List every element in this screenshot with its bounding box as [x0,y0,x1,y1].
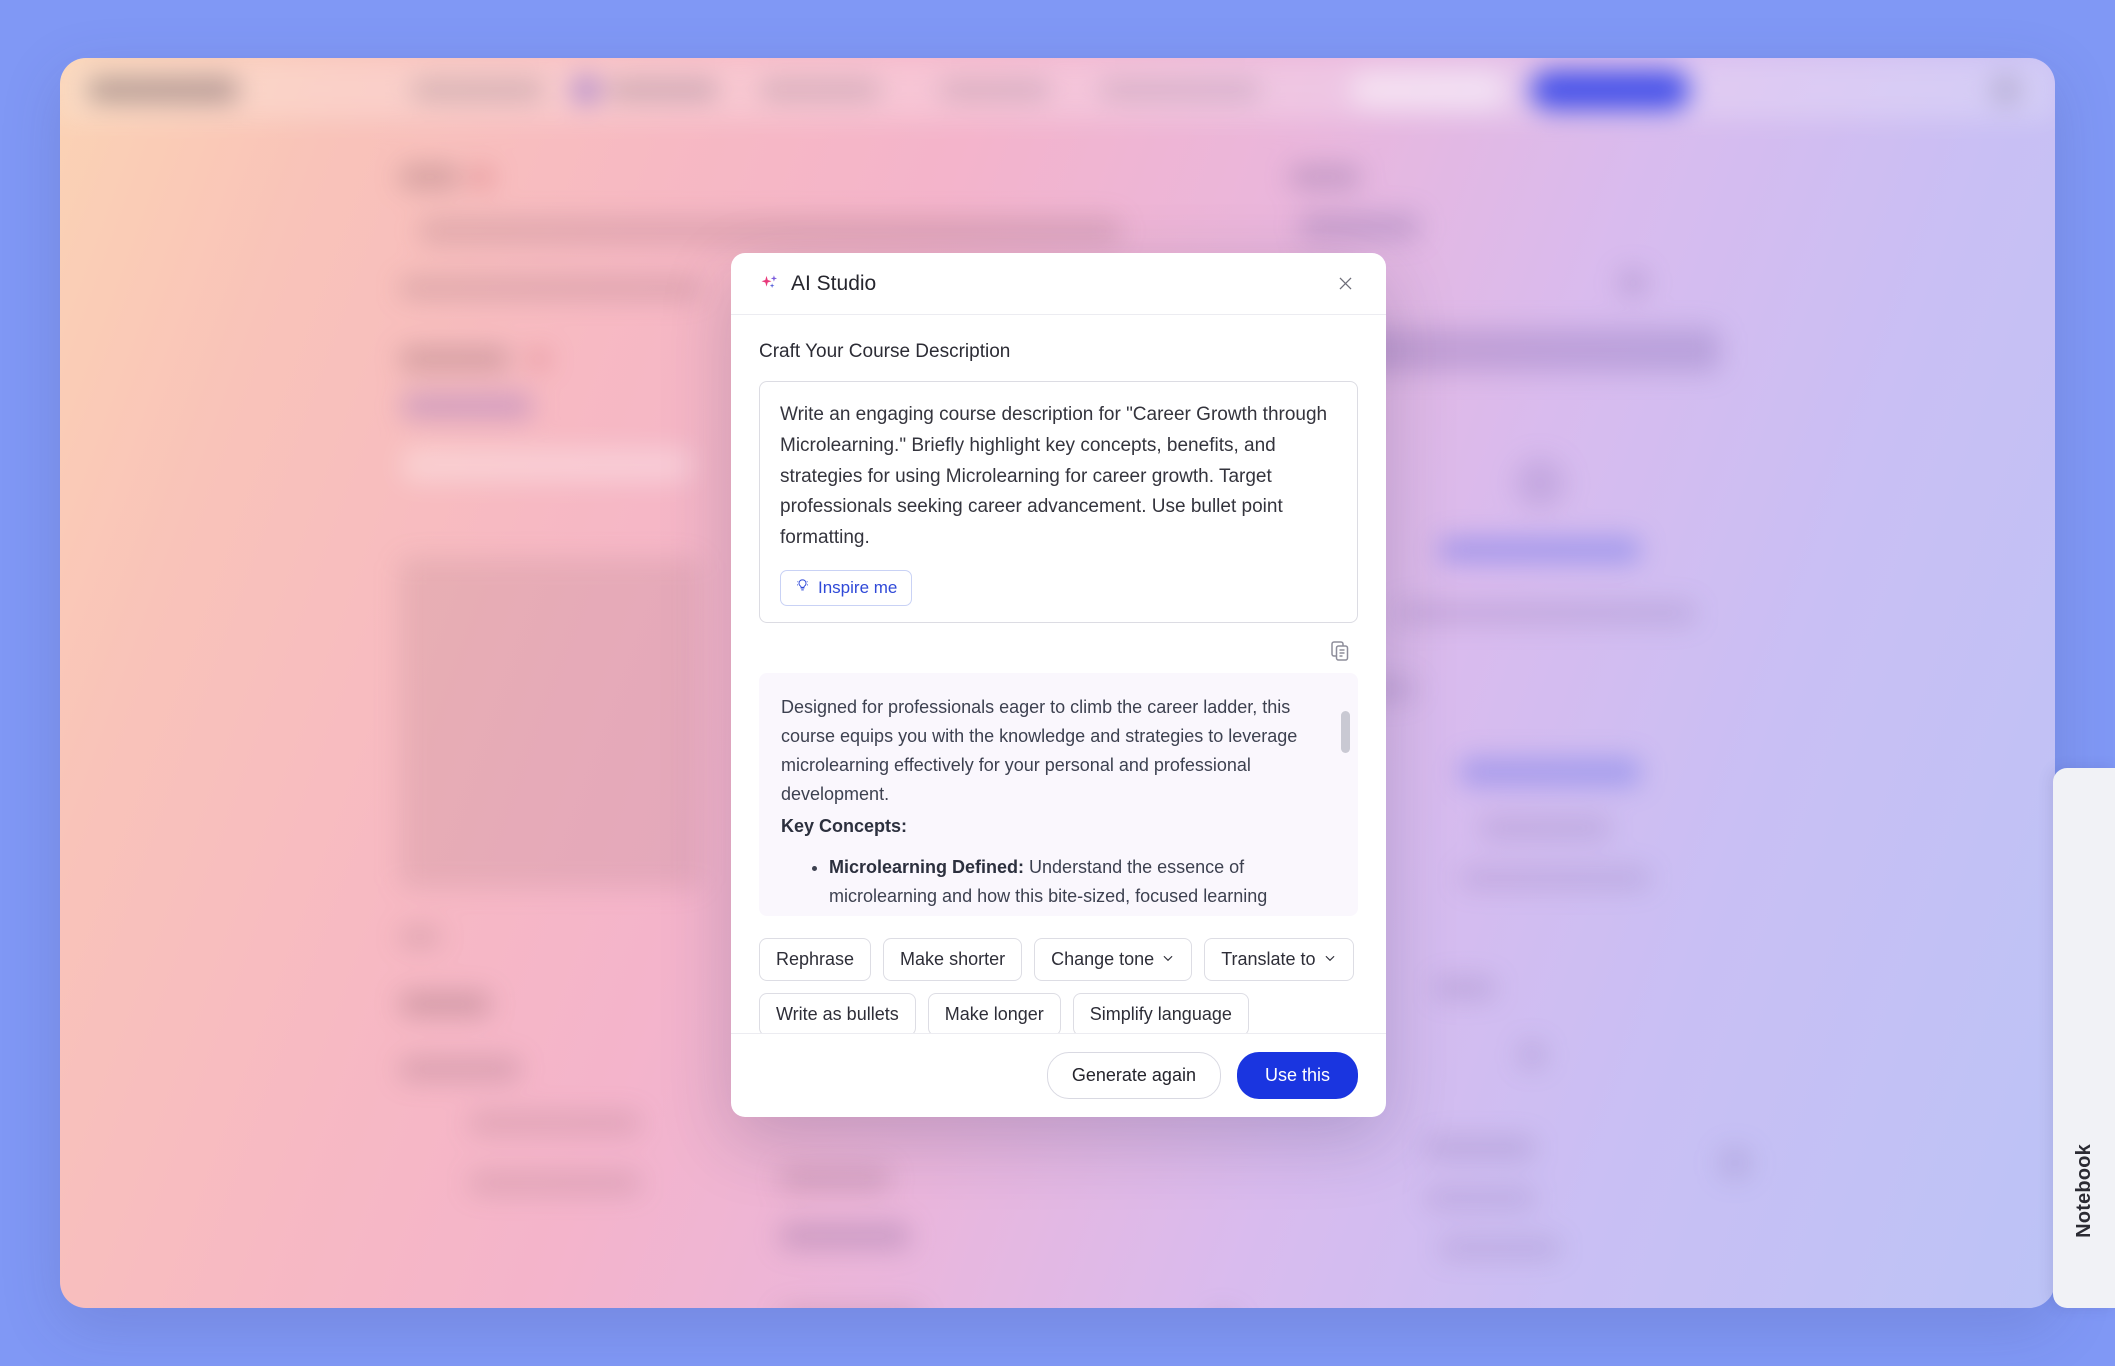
modal-footer: Generate again Use this [731,1033,1386,1117]
background-icon [1520,1043,1544,1067]
result-scrollbar[interactable] [1341,711,1350,753]
background-text-block [470,1113,640,1133]
ai-studio-modal: AI Studio Craft Your Course Description … [731,253,1386,1117]
modal-body: Craft Your Course Description Write an e… [731,315,1386,1033]
chip-translate-to[interactable]: Translate to [1204,938,1354,981]
generated-result-box: Designed for professionals eager to clim… [759,673,1358,916]
chip-make-shorter[interactable]: Make shorter [883,938,1023,981]
copy-row [759,623,1358,673]
ai-action-chips: Rephrase Make shorter Change tone Transl… [759,916,1358,1033]
result-heading: Key Concepts: [781,815,908,836]
chip-make-longer[interactable]: Make longer [927,993,1061,1033]
background-secondary-button [1350,72,1505,108]
background-nav-item [608,80,718,100]
notebook-tab-label: Notebook [2072,1144,2095,1238]
inspire-me-label: Inspire me [818,577,898,597]
prompt-input-box[interactable]: Write an engaging course description for… [759,381,1358,623]
background-text-block [400,1058,520,1080]
lightbulb-icon [795,578,810,598]
background-text-block [780,1223,910,1249]
background-text-block [1435,978,1495,998]
background-nav-item [412,80,544,100]
prompt-input[interactable]: Write an engaging course description for… [780,400,1337,554]
background-text-block [530,350,548,368]
chip-label: Change tone [1051,949,1155,969]
chevron-down-icon [1323,949,1337,970]
chip-label: Write as bullets [776,1004,899,1024]
chip-label: Make longer [944,1004,1044,1024]
background-text-block [1395,603,1695,623]
background-text-block [400,348,510,370]
result-bullet-list: Microlearning Defined: Understand the es… [829,853,1332,911]
background-text-block [1480,818,1610,838]
background-link [1460,758,1640,786]
background-text-block [1440,1238,1560,1258]
notebook-side-tab[interactable]: Notebook [2053,768,2115,1308]
background-text-block [402,393,532,419]
result-paragraph: Designed for professionals eager to clim… [781,697,1298,805]
modal-title: AI Studio [791,271,877,295]
background-text-block [1425,1138,1535,1158]
background-icon [1620,270,1646,296]
use-this-button[interactable]: Use this [1236,1052,1358,1099]
background-text-block [470,1173,640,1193]
background-text-block [1460,868,1650,888]
background-text-block [1300,213,1420,239]
chip-change-tone[interactable]: Change tone [1034,938,1193,981]
bullet-term: Microlearning Defined: [829,856,1025,877]
background-primary-button [1530,70,1690,110]
chevron-down-icon [1161,949,1175,970]
chip-simplify-language[interactable]: Simplify language [1072,993,1249,1033]
background-icon [1720,1148,1750,1178]
copy-icon[interactable] [1328,639,1354,665]
background-nav-badge [572,76,600,104]
inspire-me-button[interactable]: Inspire me [780,569,913,606]
chip-write-as-bullets[interactable]: Write as bullets [759,993,916,1033]
background-text-block [420,218,1120,244]
background-text-block [472,168,492,186]
close-icon[interactable] [1330,269,1360,299]
background-text-block [780,1168,890,1190]
background-panel [400,558,700,888]
modal-header: AI Studio [731,253,1386,315]
list-item: Microlearning Defined: Understand the es… [829,853,1332,911]
background-text-block [400,993,490,1015]
section-label: Craft Your Course Description [759,341,1011,362]
chip-label: Rephrase [776,949,855,969]
sparkle-icon [759,273,781,295]
chip-rephrase[interactable]: Rephrase [759,938,872,981]
background-link [1440,538,1640,562]
background-nav-item [1100,80,1260,100]
background-nav-item [760,80,880,100]
background-text-block [1425,1188,1535,1208]
background-text-block [400,278,700,298]
chip-label: Translate to [1221,949,1316,969]
background-text-block [400,166,460,188]
generate-again-button[interactable]: Generate again [1046,1052,1221,1099]
background-field [402,448,692,482]
chip-label: Make shorter [900,949,1006,969]
background-avatar [1990,74,2022,106]
background-icon [1515,458,1565,508]
background-logo [88,78,238,102]
background-text-block [400,928,440,946]
background-topbar [60,58,2055,120]
chip-label: Simplify language [1089,1004,1232,1024]
background-nav-item [940,80,1050,100]
background-text-block [1290,166,1360,188]
